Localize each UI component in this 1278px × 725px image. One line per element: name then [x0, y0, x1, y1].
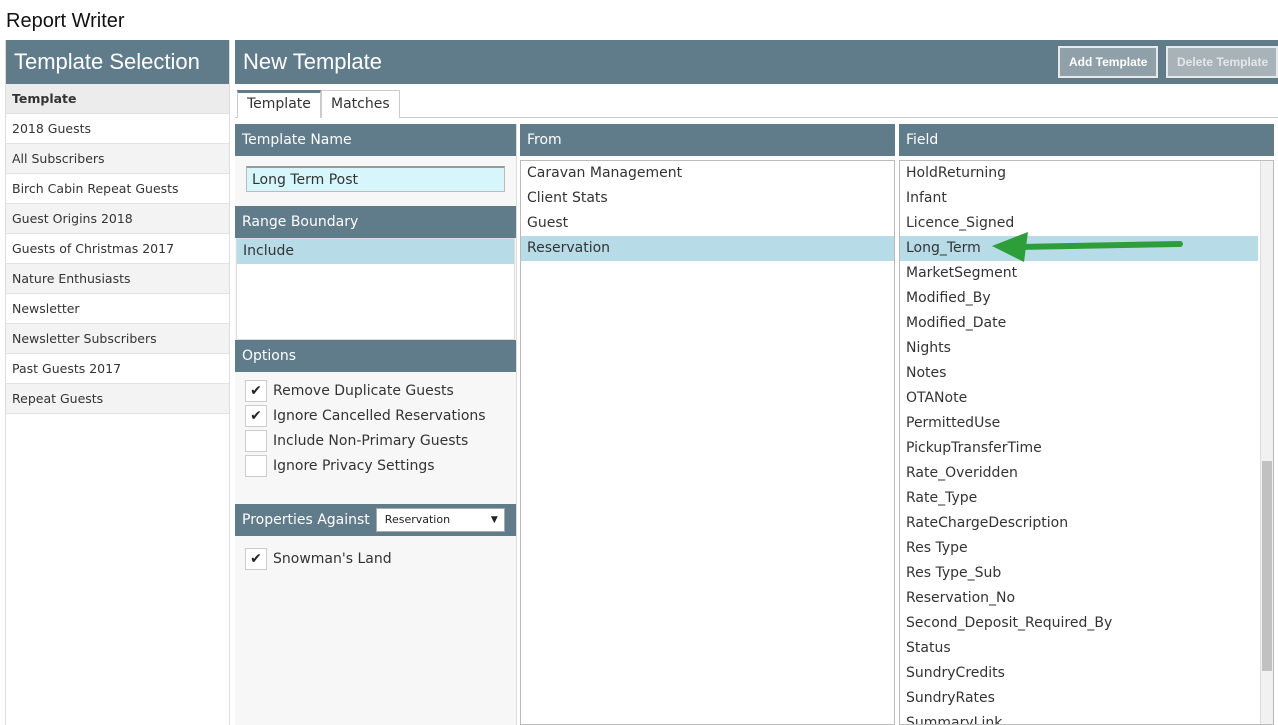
option-label: Ignore Privacy Settings: [273, 457, 435, 474]
scrollbar-thumb[interactable]: [1262, 461, 1272, 671]
option-label: Ignore Cancelled Reservations: [273, 407, 486, 424]
option-include-non-primary[interactable]: Include Non-Primary Guests: [245, 428, 516, 453]
template-item[interactable]: Repeat Guests: [6, 384, 229, 414]
option-ignore-privacy[interactable]: Ignore Privacy Settings: [245, 453, 516, 478]
template-item[interactable]: Nature Enthusiasts: [6, 264, 229, 294]
field-item[interactable]: MarketSegment: [900, 261, 1258, 286]
field-scrollbar[interactable]: [1260, 161, 1273, 724]
option-remove-duplicates[interactable]: ✔ Remove Duplicate Guests: [245, 378, 516, 403]
field-item[interactable]: PickupTransferTime: [900, 436, 1258, 461]
tab-template[interactable]: Template: [237, 90, 321, 118]
from-column: From Caravan Management Client Stats Gue…: [520, 124, 895, 725]
add-template-button[interactable]: Add Template: [1058, 46, 1159, 78]
field-header: Field: [899, 124, 1274, 156]
template-name-input[interactable]: [246, 166, 505, 192]
field-item[interactable]: Infant: [900, 186, 1258, 211]
range-boundary-header: Range Boundary: [235, 206, 516, 238]
field-item[interactable]: PermittedUse: [900, 411, 1258, 436]
field-item[interactable]: Res Type_Sub: [900, 561, 1258, 586]
options-list: ✔ Remove Duplicate Guests ✔ Ignore Cance…: [235, 372, 516, 504]
template-item[interactable]: Newsletter Subscribers: [6, 324, 229, 354]
field-item[interactable]: Modified_Date: [900, 311, 1258, 336]
field-item[interactable]: Reservation_No: [900, 586, 1258, 611]
field-item[interactable]: Rate_Type: [900, 486, 1258, 511]
pointer-arrow-icon: [992, 232, 1183, 262]
field-item[interactable]: Second_Deposit_Required_By: [900, 611, 1258, 636]
property-label: Snowman's Land: [273, 550, 392, 567]
from-item[interactable]: Guest: [521, 211, 894, 236]
field-item[interactable]: Nights: [900, 336, 1258, 361]
properties-against-header: Properties Against Reservation ▼: [235, 504, 516, 536]
option-ignore-cancelled[interactable]: ✔ Ignore Cancelled Reservations: [245, 403, 516, 428]
tab-bar: Template Matches: [235, 90, 1278, 118]
properties-select-value: Reservation: [384, 513, 451, 526]
from-item[interactable]: Client Stats: [521, 186, 894, 211]
from-header: From: [520, 124, 895, 156]
options-header: Options: [235, 340, 516, 372]
field-item[interactable]: Res Type: [900, 536, 1258, 561]
template-item[interactable]: Past Guests 2017: [6, 354, 229, 384]
delete-template-button[interactable]: Delete Template: [1166, 46, 1278, 78]
checkbox-unchecked[interactable]: [245, 454, 267, 477]
from-item-selected[interactable]: Reservation: [521, 236, 894, 261]
field-item[interactable]: OTANote: [900, 386, 1258, 411]
template-item[interactable]: 2018 Guests: [6, 114, 229, 144]
properties-list: ✔ Snowman's Land: [235, 536, 516, 571]
app-title: Report Writer: [6, 10, 125, 32]
dropdown-arrow-icon: ▼: [490, 515, 498, 525]
template-editor-header: New Template Add Template Delete Templat…: [235, 40, 1278, 84]
template-settings-column: Template Name Range Boundary Include Opt…: [235, 124, 517, 725]
field-item[interactable]: HoldReturning: [900, 161, 1258, 186]
field-item[interactable]: Notes: [900, 361, 1258, 386]
checkbox-checked[interactable]: ✔: [245, 547, 267, 570]
template-editor: New Template Add Template Delete Templat…: [235, 40, 1278, 725]
field-item[interactable]: Rate_Overidden: [900, 461, 1258, 486]
field-item[interactable]: Modified_By: [900, 286, 1258, 311]
properties-against-label: Properties Against: [242, 512, 370, 528]
template-selection-header: Template Selection: [6, 40, 229, 84]
field-item[interactable]: SundryCredits: [900, 661, 1258, 686]
template-item[interactable]: All Subscribers: [6, 144, 229, 174]
range-boundary-list: Include: [236, 238, 515, 340]
template-item[interactable]: Guests of Christmas 2017: [6, 234, 229, 264]
template-list-header: Template: [6, 84, 229, 114]
from-list: Caravan Management Client Stats Guest Re…: [520, 160, 895, 725]
template-item[interactable]: Birch Cabin Repeat Guests: [6, 174, 229, 204]
template-item[interactable]: Newsletter: [6, 294, 229, 324]
range-boundary-item[interactable]: Include: [237, 239, 514, 264]
field-item[interactable]: SundryRates: [900, 686, 1258, 711]
option-label: Remove Duplicate Guests: [273, 382, 454, 399]
template-name-header: Template Name: [235, 124, 516, 156]
template-item[interactable]: Guest Origins 2018: [6, 204, 229, 234]
field-item[interactable]: RateChargeDescription: [900, 511, 1258, 536]
template-selection-panel: Template Selection Template 2018 Guests …: [5, 40, 230, 725]
checkbox-checked[interactable]: ✔: [245, 404, 267, 427]
field-item[interactable]: Status: [900, 636, 1258, 661]
checkbox-unchecked[interactable]: [245, 429, 267, 452]
from-item[interactable]: Caravan Management: [521, 161, 894, 186]
tab-matches[interactable]: Matches: [321, 90, 400, 118]
field-column: Field HoldReturning Infant Licence_Signe…: [899, 124, 1274, 725]
option-label: Include Non-Primary Guests: [273, 432, 469, 449]
template-list: Template 2018 Guests All Subscribers Bir…: [6, 84, 229, 414]
properties-against-select[interactable]: Reservation ▼: [375, 508, 505, 532]
checkbox-checked[interactable]: ✔: [245, 379, 267, 402]
property-item[interactable]: ✔ Snowman's Land: [245, 546, 516, 571]
field-item[interactable]: SummaryLink: [900, 711, 1258, 724]
